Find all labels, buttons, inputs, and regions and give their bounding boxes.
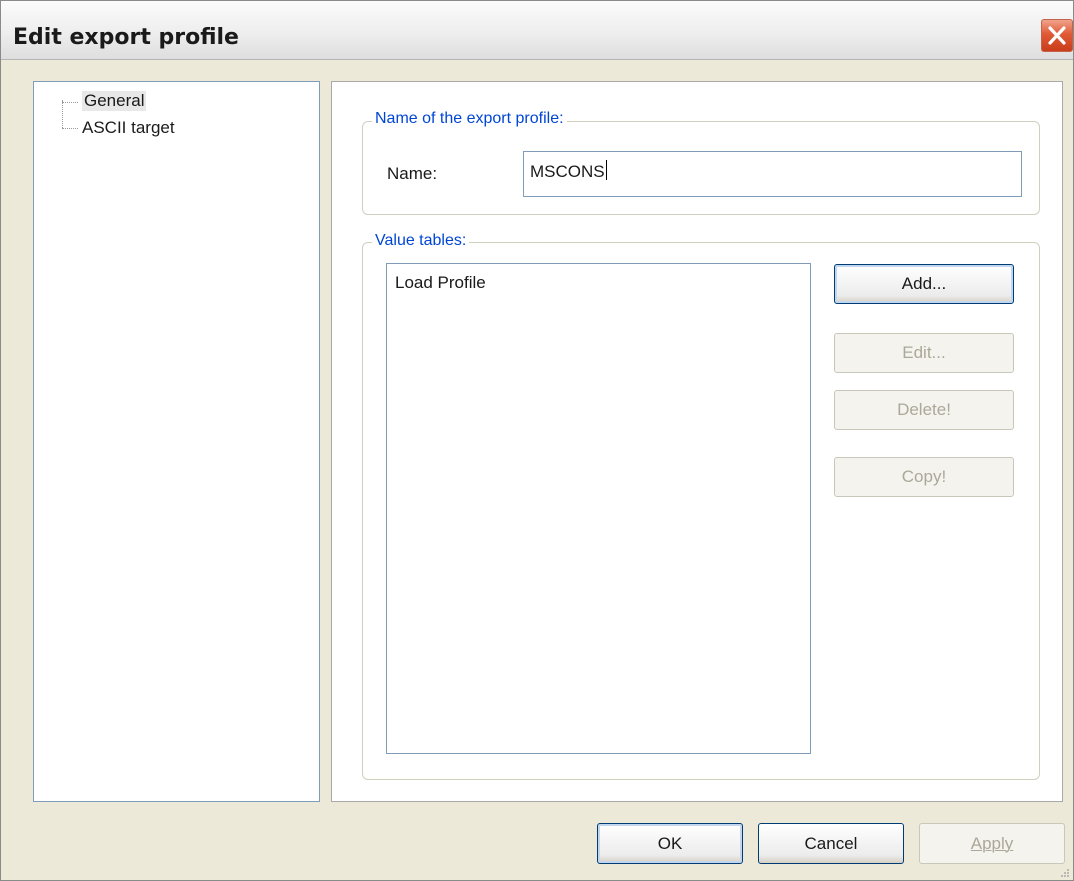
apply-button-label: Apply	[970, 834, 1014, 853]
general-settings-panel: Name of the export profile: Name: MSCONS…	[331, 81, 1063, 802]
tree-item-ascii-target[interactable]: ASCII target	[82, 118, 175, 138]
edit-value-table-button[interactable]: Edit...	[834, 333, 1014, 373]
copy-value-table-button[interactable]: Copy!	[834, 457, 1014, 497]
profile-name-group-legend: Name of the export profile:	[372, 110, 567, 128]
cancel-button[interactable]: Cancel	[758, 823, 904, 864]
name-label: Name:	[387, 164, 438, 183]
resize-grip-icon[interactable]	[1059, 867, 1071, 879]
list-item-load-profile[interactable]: Load Profile	[395, 273, 486, 293]
name-input[interactable]: MSCONS	[523, 151, 1022, 197]
ok-button[interactable]: OK	[597, 823, 743, 864]
add-button-label: Add...	[901, 274, 947, 293]
value-tables-group-legend: Value tables:	[372, 232, 470, 250]
copy-button-label: Copy!	[901, 467, 947, 486]
close-button[interactable]	[1041, 19, 1073, 52]
edit-button-label: Edit...	[902, 343, 946, 362]
delete-button-label: Delete!	[897, 400, 951, 419]
tree-connector	[62, 100, 63, 128]
navigation-tree[interactable]: General ASCII target	[33, 81, 320, 802]
tree-connector	[62, 128, 78, 129]
delete-value-table-button[interactable]: Delete!	[834, 390, 1014, 430]
apply-button[interactable]: Apply	[919, 823, 1065, 864]
tree-connector	[62, 102, 78, 103]
cancel-button-label: Cancel	[804, 834, 858, 853]
ok-button-label: OK	[657, 834, 683, 853]
name-input-value: MSCONS	[530, 162, 605, 181]
close-icon	[1048, 26, 1066, 45]
window-title: Edit export profile	[13, 25, 239, 50]
text-caret	[605, 160, 607, 180]
tree-item-general[interactable]: General	[82, 91, 147, 111]
edit-export-profile-dialog: Edit export profile General ASCII target…	[0, 0, 1074, 881]
value-tables-list[interactable]: Load Profile	[386, 263, 811, 754]
title-bar[interactable]: Edit export profile	[1, 1, 1073, 60]
add-value-table-button[interactable]: Add...	[834, 264, 1014, 304]
